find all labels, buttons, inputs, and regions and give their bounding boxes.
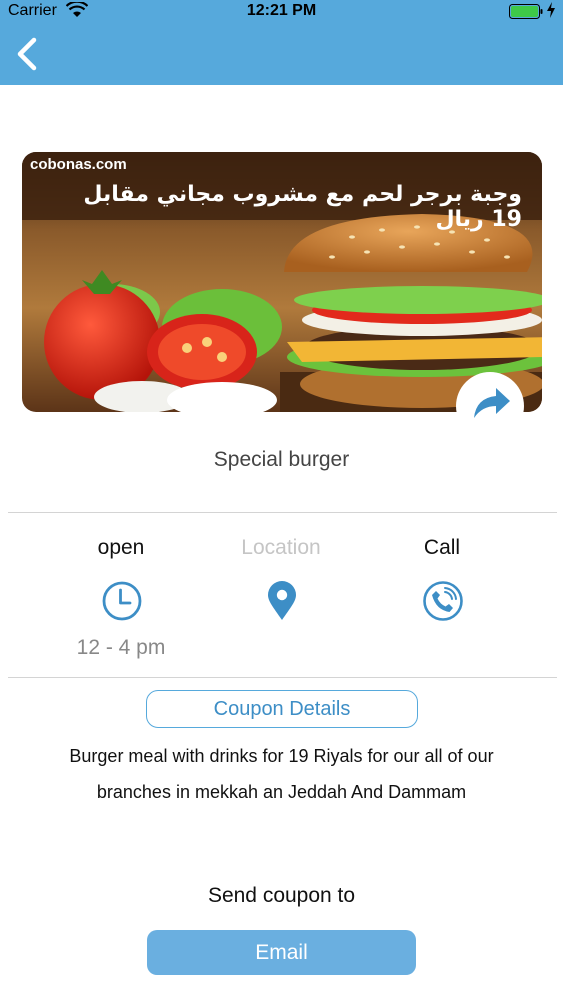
share-button[interactable] [456,372,524,440]
opening-hours-value: 12 - 4 pm [76,636,166,659]
banner-site-label: cobonas.com [30,156,127,173]
location-label[interactable]: Location [206,536,356,566]
coupon-description-line-2: branches in mekkah an Jeddah And Dammam [96,782,467,802]
opening-hours-column: open 12 - 4 pm [46,536,196,659]
offer-title: Special burger [213,448,350,471]
coupon-description: Burger meal with drinks for 19 Riyals fo… [20,738,543,810]
send-coupon-label: Send coupon to [207,884,356,907]
coupon-details-button[interactable]: Coupon Details [146,690,418,728]
divider-bottom [8,677,557,678]
coupon-description-line-1: Burger meal with drinks for 19 Riyals fo… [69,746,494,766]
battery-icon [509,4,543,19]
share-arrow-icon [474,388,510,418]
location-column[interactable]: Location [206,536,356,620]
divider-top [8,512,557,513]
call-label[interactable]: Call [367,536,517,566]
email-button[interactable]: Email [147,930,416,975]
banner-promo-text: وجبة برجر لحم مع مشروب مجاني مقابل 19 ري… [83,182,522,232]
clock-time: 12:21 PM [246,2,317,19]
clock-icon [102,581,142,621]
location-pin-icon[interactable] [261,580,303,622]
open-label: open [97,536,145,559]
back-chevron-icon[interactable] [8,32,44,76]
status-bar: Carrier 12:21 PM [0,0,563,24]
charging-bolt-icon [547,2,555,18]
phone-call-icon[interactable] [422,580,464,622]
call-column[interactable]: Call [367,536,517,621]
